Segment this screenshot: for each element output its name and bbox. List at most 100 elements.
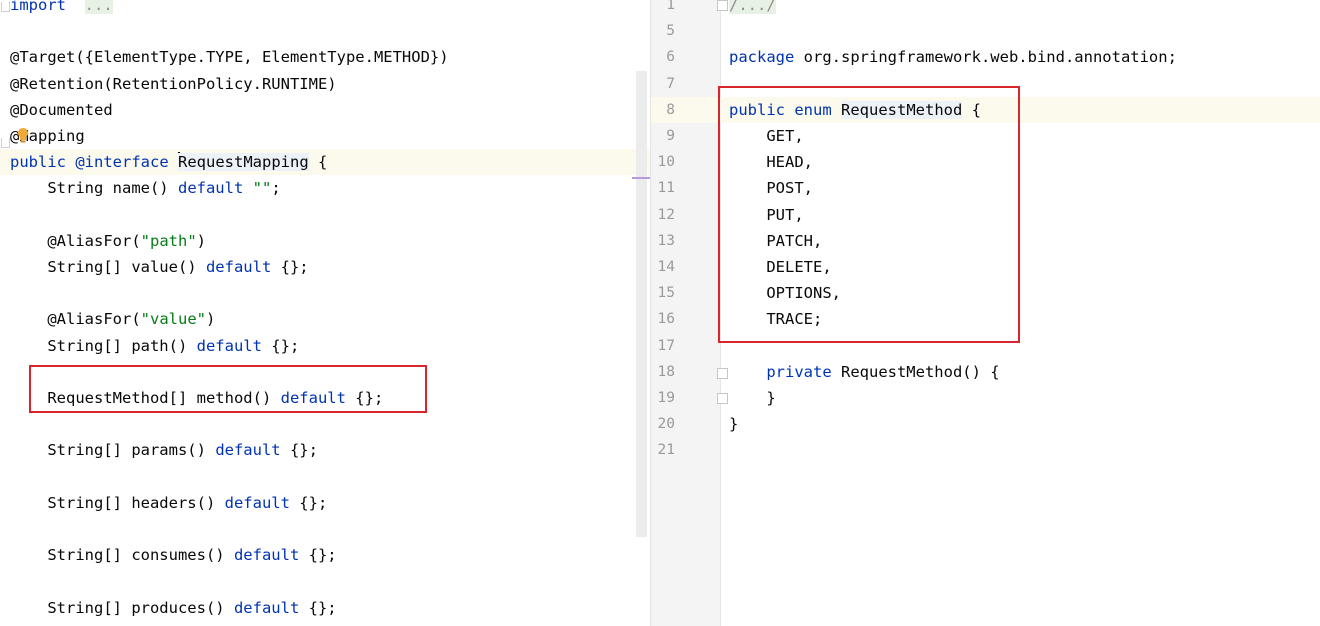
code-text[interactable]: DELETE, bbox=[729, 254, 831, 280]
code-line[interactable]: 11 POST, bbox=[651, 175, 1320, 201]
code-line[interactable]: String[] params() default {}; bbox=[0, 437, 650, 463]
code-text[interactable]: HEAD, bbox=[729, 149, 813, 175]
right-editor-pane[interactable]: 1 /.../ 5 6 package org.springframework.web.… bbox=[651, 0, 1320, 626]
code-text[interactable]: POST, bbox=[729, 175, 813, 201]
code-line[interactable]: String[] path() default {}; bbox=[0, 333, 650, 359]
keyword-token: import bbox=[10, 0, 66, 14]
code-text[interactable]: public enum RequestMethod { bbox=[729, 97, 981, 123]
code-line[interactable]: @Documented bbox=[0, 97, 650, 123]
code-text[interactable]: @Documented bbox=[10, 97, 113, 123]
code-line[interactable]: String[] consumes() default {}; bbox=[0, 542, 650, 568]
code-text[interactable]: } bbox=[729, 411, 738, 437]
code-text[interactable]: String[] headers() default {}; bbox=[10, 490, 327, 516]
code-token: {}; bbox=[345, 389, 384, 407]
code-text[interactable]: @AliasFor("path") bbox=[10, 228, 206, 254]
fold-marker-icon[interactable] bbox=[1, 2, 10, 12]
fold-expand-icon[interactable] bbox=[717, 0, 728, 11]
code-line[interactable] bbox=[0, 202, 650, 228]
code-line[interactable]: String name() default ""; bbox=[0, 175, 650, 201]
code-text[interactable]: TRACE; bbox=[729, 306, 822, 332]
code-line[interactable]: 14 DELETE, bbox=[651, 254, 1320, 280]
code-text[interactable]: package org.springframework.web.bind.ann… bbox=[729, 44, 1177, 70]
left-scrollbar-thumb[interactable] bbox=[636, 71, 647, 537]
code-line[interactable] bbox=[0, 516, 650, 542]
code-text[interactable]: import ... bbox=[10, 0, 113, 18]
code-text[interactable]: @Target({ElementType.TYPE, ElementType.M… bbox=[10, 44, 449, 70]
fold-marker-icon[interactable] bbox=[1, 138, 10, 148]
code-line[interactable]: 7 bbox=[651, 71, 1320, 97]
code-text[interactable]: /.../ bbox=[729, 0, 776, 18]
code-text[interactable]: String[] value() default {}; bbox=[10, 254, 308, 280]
code-text[interactable]: @ Mapping bbox=[10, 123, 85, 149]
left-editor-pane[interactable]: import ... @Target({ElementType.TYPE, Ele… bbox=[0, 0, 650, 626]
code-line[interactable]: 5 bbox=[651, 18, 1320, 44]
code-text[interactable]: private RequestMethod() { bbox=[729, 359, 999, 385]
annotation-token: @Target({ElementType.TYPE, ElementType.M… bbox=[10, 48, 449, 67]
code-line[interactable]: 19 } bbox=[651, 385, 1320, 411]
code-line[interactable]: String[] headers() default {}; bbox=[0, 490, 650, 516]
keyword-token: default bbox=[177, 179, 244, 198]
code-line[interactable]: RequestMethod[] method() default {}; bbox=[0, 385, 650, 411]
keyword-token: default bbox=[224, 493, 290, 512]
code-text[interactable]: String[] produces() default {}; bbox=[10, 595, 336, 621]
code-line[interactable]: 1 /.../ bbox=[651, 0, 1320, 18]
code-text[interactable]: public @interface RequestMapping { bbox=[10, 149, 327, 175]
code-line[interactable]: } bbox=[0, 621, 650, 626]
code-text[interactable]: @Retention(RetentionPolicy.RUNTIME) bbox=[10, 71, 337, 97]
code-line[interactable]: 10 HEAD, bbox=[651, 149, 1320, 175]
code-text[interactable]: PUT, bbox=[729, 202, 803, 228]
line-number: 10 bbox=[657, 154, 675, 171]
code-line[interactable]: 6 package org.springframework.web.bind.an… bbox=[651, 44, 1320, 70]
code-line[interactable]: String[] produces() default {}; bbox=[0, 595, 650, 621]
code-line[interactable]: 21 bbox=[651, 437, 1320, 463]
code-line[interactable]: 17 bbox=[651, 333, 1320, 359]
code-text[interactable]: } bbox=[729, 385, 775, 411]
code-token: {}; bbox=[280, 441, 318, 460]
code-text[interactable]: OPTIONS, bbox=[729, 280, 841, 306]
code-token: @AliasFor( bbox=[10, 231, 141, 250]
code-line[interactable] bbox=[0, 280, 650, 306]
code-line[interactable]: @AliasFor("value") bbox=[0, 306, 650, 332]
fold-collapse-icon[interactable] bbox=[717, 368, 728, 379]
code-line[interactable]: 9 GET, bbox=[651, 123, 1320, 149]
code-line[interactable]: 20} bbox=[651, 411, 1320, 437]
line-number: 14 bbox=[657, 259, 675, 275]
annotation-token: @Retention(RetentionPolicy.RUNTIME) bbox=[10, 74, 337, 93]
code-line[interactable]: 12 PUT, bbox=[651, 202, 1320, 228]
line-number: 6 bbox=[666, 49, 675, 66]
code-line[interactable] bbox=[0, 411, 650, 437]
code-text[interactable]: String[] params() default {}; bbox=[10, 437, 318, 463]
code-line[interactable]: @Target({ElementType.TYPE, ElementType.M… bbox=[0, 44, 650, 70]
code-line[interactable]: import ... bbox=[0, 0, 650, 18]
code-line[interactable]: 15 OPTIONS, bbox=[651, 280, 1320, 306]
code-text[interactable]: RequestMethod[] method() default {}; bbox=[10, 385, 383, 411]
code-line[interactable] bbox=[0, 568, 650, 594]
code-text[interactable]: String name() default ""; bbox=[10, 175, 281, 201]
code-line[interactable]: @Retention(RetentionPolicy.RUNTIME) bbox=[0, 71, 650, 97]
code-line[interactable]: @ Mapping bbox=[0, 123, 650, 149]
fold-end-icon[interactable] bbox=[717, 393, 728, 404]
code-text[interactable]: String[] consumes() default {}; bbox=[10, 542, 336, 568]
code-token: String[] params() bbox=[10, 441, 216, 460]
code-line[interactable]: 18 private RequestMethod() { bbox=[651, 359, 1320, 385]
code-line[interactable]: @AliasFor("path") bbox=[0, 228, 650, 254]
code-token: String[] value() bbox=[10, 258, 206, 276]
code-line[interactable] bbox=[0, 359, 650, 385]
code-line[interactable]: 13 PATCH, bbox=[651, 228, 1320, 254]
code-line[interactable] bbox=[0, 464, 650, 490]
keyword-token: private bbox=[766, 362, 832, 381]
code-text[interactable]: } bbox=[10, 621, 19, 626]
folded-region[interactable]: ... bbox=[84, 0, 113, 14]
code-token: ; bbox=[271, 179, 281, 198]
code-text[interactable]: PATCH, bbox=[729, 228, 822, 254]
code-line[interactable]: 16 TRACE; bbox=[651, 306, 1320, 332]
code-line[interactable] bbox=[0, 18, 650, 44]
code-line[interactable]: public @interface RequestMapping { bbox=[0, 149, 650, 176]
code-text[interactable]: @AliasFor("value") bbox=[10, 306, 215, 332]
code-line[interactable]: 8 public enum RequestMethod { bbox=[651, 96, 1320, 123]
code-text[interactable]: GET, bbox=[729, 123, 803, 149]
code-line[interactable]: String[] value() default {}; bbox=[0, 254, 650, 280]
folded-region[interactable]: /.../ bbox=[729, 0, 776, 14]
code-text[interactable]: String[] path() default {}; bbox=[10, 333, 299, 359]
